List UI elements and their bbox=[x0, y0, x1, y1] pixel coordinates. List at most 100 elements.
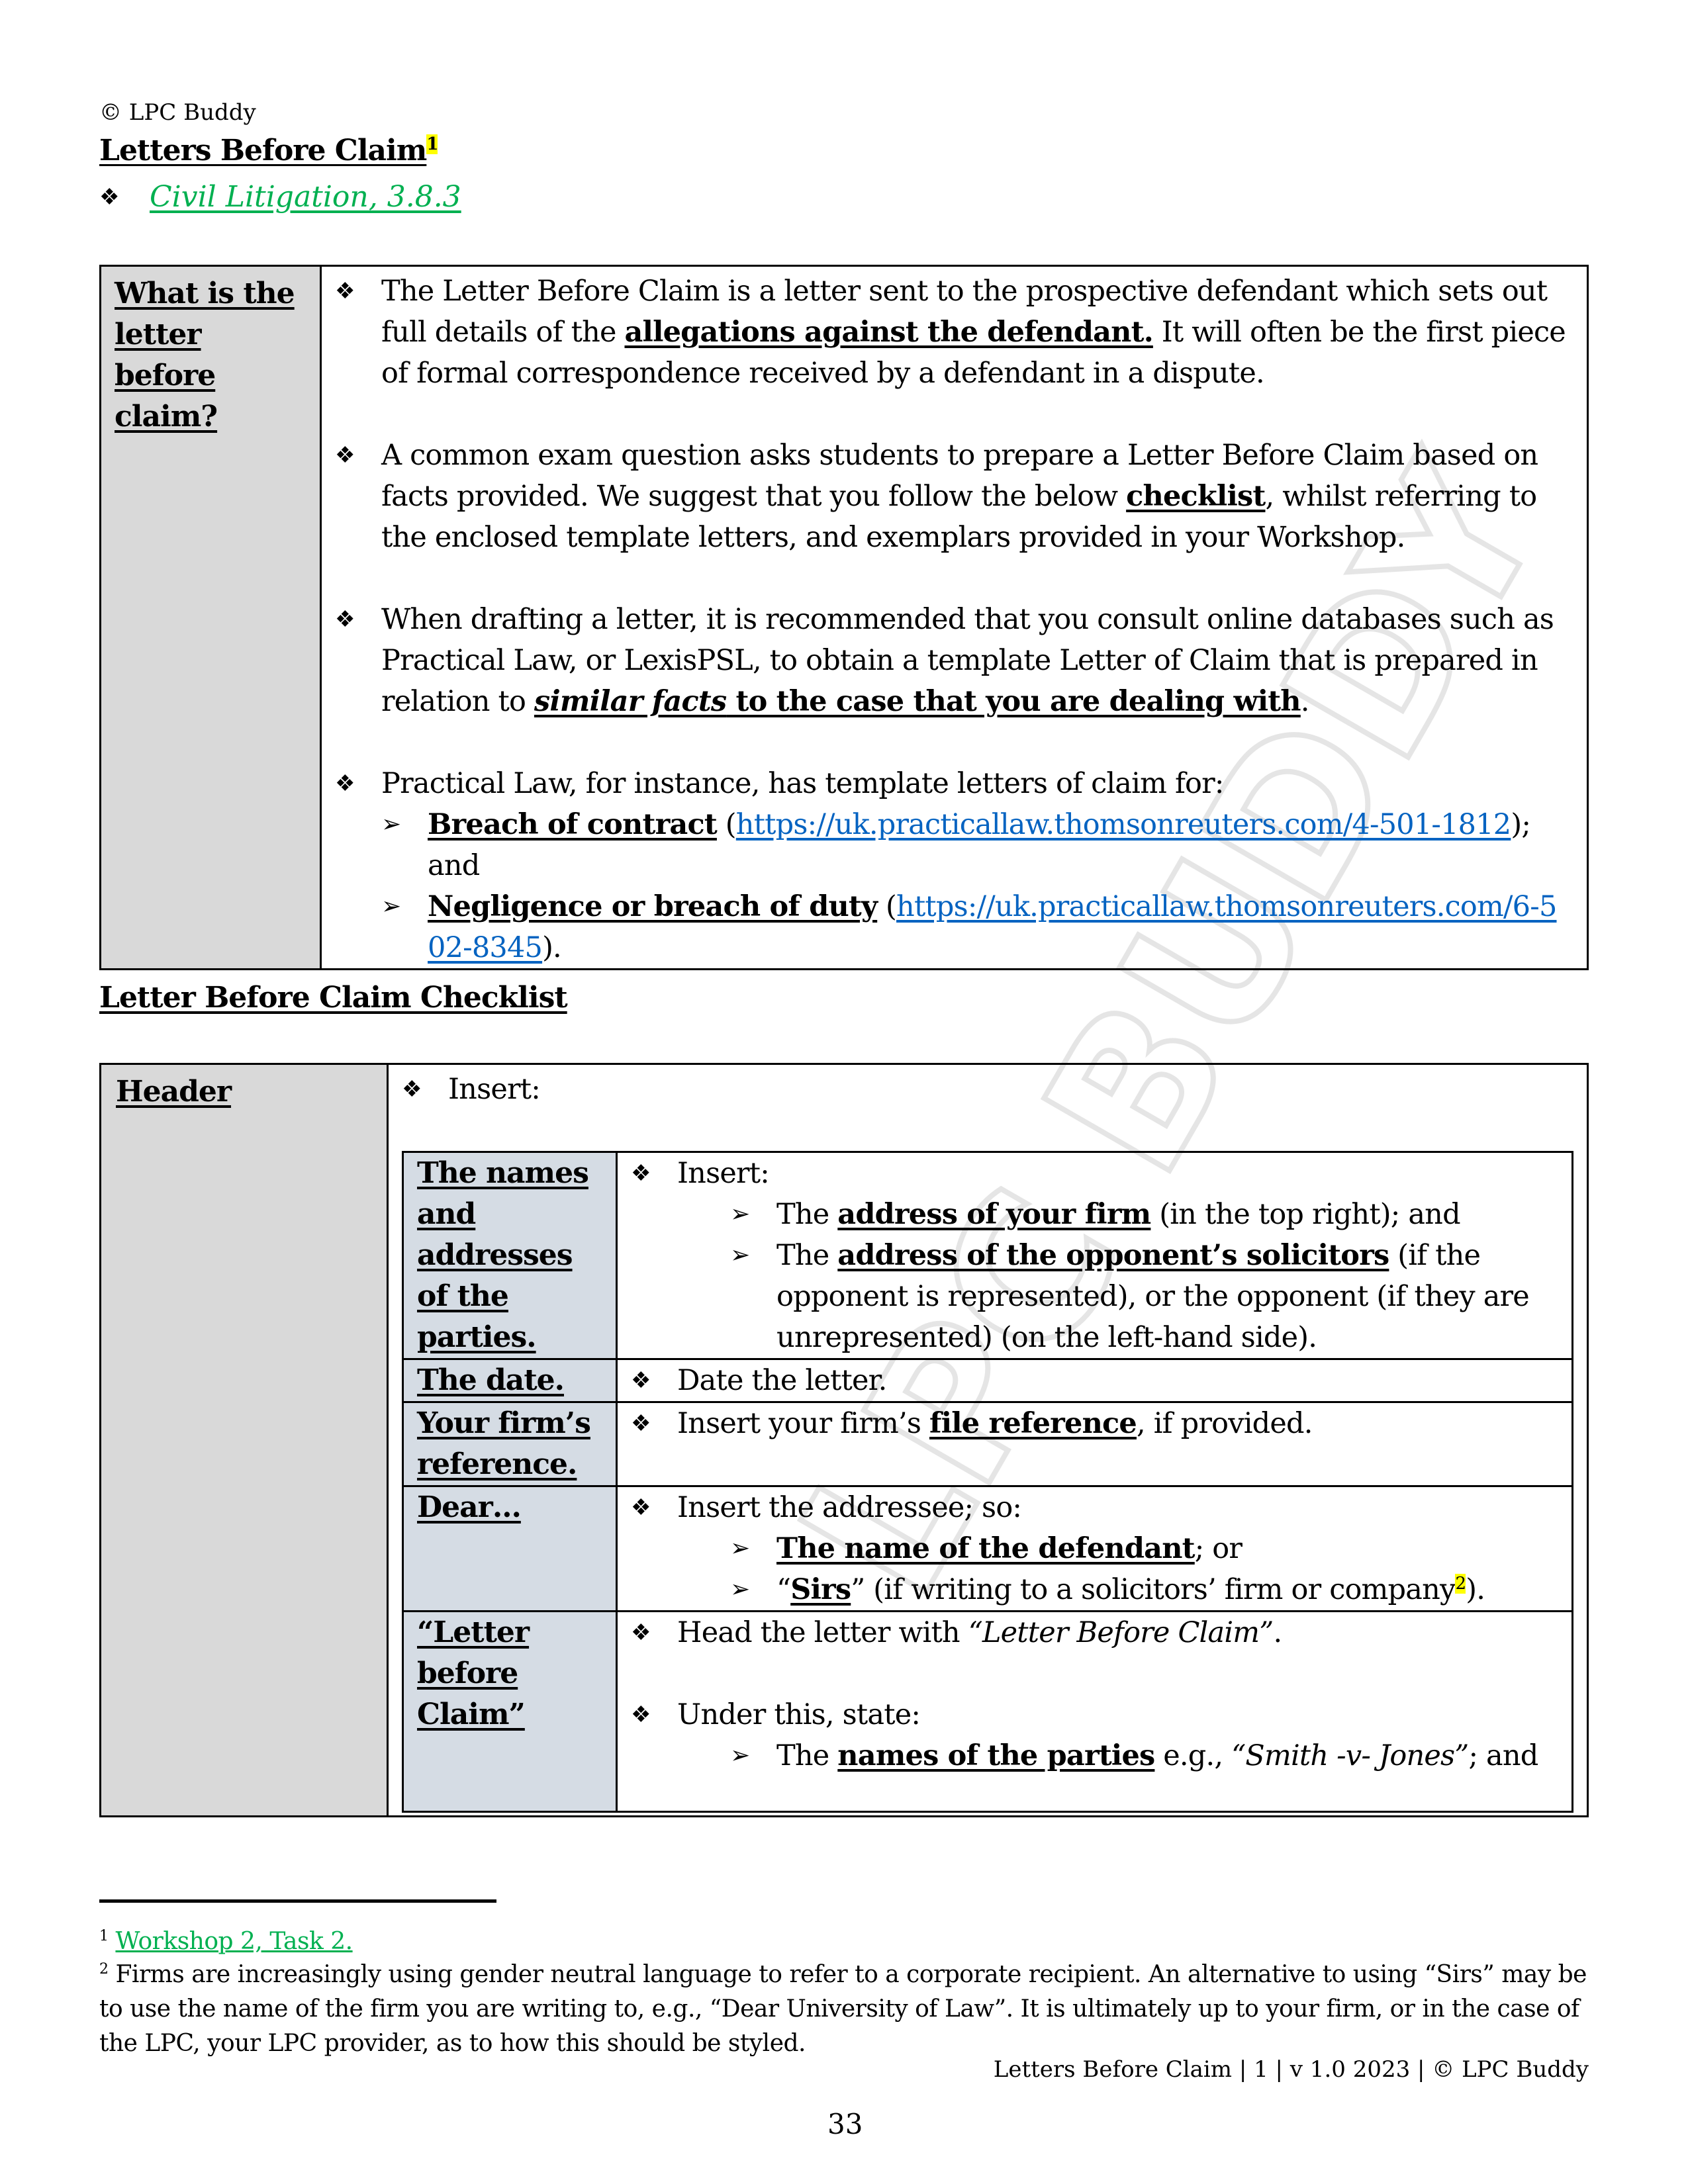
text: ( bbox=[716, 808, 737, 841]
text: Insert the addressee; so: bbox=[677, 1491, 1022, 1524]
row-label-cell: Dear… bbox=[402, 1485, 618, 1612]
row-label: “Letter before Claim” bbox=[417, 1615, 530, 1731]
table-row: Your firm’s reference. ❖ Insert your fir… bbox=[402, 1401, 1573, 1487]
text: The bbox=[776, 1239, 838, 1272]
running-footer: Letters Before Claim | 1 | v 1.0 2023 | … bbox=[993, 2056, 1589, 2083]
emphasis: similar facts bbox=[534, 685, 727, 718]
footnote-ref-1[interactable]: 1 bbox=[426, 134, 438, 155]
intro-bullet: ❖ The Letter Before Claim is a letter se… bbox=[335, 271, 1573, 394]
diamond-bullet-icon: ❖ bbox=[335, 606, 355, 633]
row-body-cell: ❖ Insert your firm’s file reference, if … bbox=[616, 1401, 1573, 1487]
text: e.g., bbox=[1154, 1739, 1232, 1772]
text: ” (if writing to a solicitors’ firm or c… bbox=[851, 1573, 1456, 1606]
section-intro-text: Insert: bbox=[448, 1073, 541, 1106]
arrow-bullet-icon: ➢ bbox=[730, 1576, 750, 1603]
diamond-bullet-icon: ❖ bbox=[631, 1160, 651, 1187]
footnote-number: 2 bbox=[99, 1961, 109, 1978]
row-body-cell: ❖ Insert the addressee; so: ➢ The name o… bbox=[616, 1485, 1573, 1612]
row-label-cell: The names and addresses of the parties. bbox=[402, 1151, 618, 1360]
diamond-bullet-icon: ❖ bbox=[631, 1702, 651, 1728]
list-item: ➢ The address of the opponent’s solicito… bbox=[631, 1235, 1558, 1358]
practical-law-link[interactable]: https://uk.practicallaw.thomsonreuters.c… bbox=[736, 808, 1511, 841]
text: Insert your firm’s bbox=[677, 1407, 929, 1440]
arrow-bullet-icon: ➢ bbox=[381, 811, 401, 838]
page-number: 33 bbox=[827, 2108, 863, 2140]
text: Head the letter with bbox=[677, 1616, 968, 1649]
list-item: ➢ The name of the defendant; or bbox=[631, 1528, 1558, 1569]
page-title-text: Letters Before Claim bbox=[99, 134, 427, 167]
checklist-section-label-cell: Header bbox=[99, 1063, 389, 1817]
footnote-1-link[interactable]: Workshop 2, Task 2. bbox=[115, 1928, 353, 1955]
table-row: The names and addresses of the parties. … bbox=[402, 1151, 1573, 1360]
text: The bbox=[776, 1198, 838, 1231]
row-label: Your firm’s reference. bbox=[417, 1406, 591, 1481]
template-item: ➢ Negligence or breach of duty (https://… bbox=[381, 886, 1573, 968]
checklist-section-body: ❖ Insert: The names and addresses of the… bbox=[387, 1063, 1589, 1817]
row-label-cell: The date. bbox=[402, 1358, 618, 1403]
text: Date the letter. bbox=[677, 1364, 887, 1397]
table-row: “Letter before Claim” ❖ Head the letter … bbox=[402, 1610, 1573, 1813]
footnote-ref-2[interactable]: 2 bbox=[1455, 1573, 1466, 1594]
intro-table: What is the letter before claim? ❖ The L… bbox=[99, 265, 1589, 970]
emphasis: The name of the defendant bbox=[776, 1532, 1196, 1565]
template-label: Negligence or breach of duty bbox=[428, 890, 878, 923]
section-label: Header bbox=[116, 1075, 232, 1109]
row-label: Dear… bbox=[417, 1490, 522, 1524]
emphasis: checklist bbox=[1126, 480, 1266, 513]
intro-label: What is the letter before claim? bbox=[115, 277, 295, 433]
footnote-2: 2 Firms are increasingly using gender ne… bbox=[99, 1952, 1589, 2061]
emphasis: Sirs bbox=[790, 1573, 851, 1606]
template-item: ➢ Breach of contract (https://uk.practic… bbox=[381, 804, 1573, 886]
diamond-bullet-icon: ❖ bbox=[335, 770, 355, 797]
row-label: The date. bbox=[417, 1363, 565, 1397]
text: “ bbox=[776, 1573, 791, 1606]
list-item: ➢ “Sirs” (if writing to a solicitors’ fi… bbox=[631, 1569, 1558, 1610]
emphasis: names of the parties bbox=[837, 1739, 1155, 1772]
row-body-cell: ❖ Head the letter with “Letter Before Cl… bbox=[616, 1610, 1573, 1813]
footnote-text: Firms are increasingly using gender neut… bbox=[99, 1961, 1587, 2057]
diamond-bullet-icon: ❖ bbox=[99, 184, 120, 210]
section-intro: ❖ Insert: bbox=[402, 1069, 1573, 1110]
row-label: The names and addresses of the parties. bbox=[417, 1156, 589, 1354]
diamond-bullet-icon: ❖ bbox=[335, 442, 355, 469]
template-label: Breach of contract bbox=[428, 808, 718, 841]
diamond-bullet-icon: ❖ bbox=[402, 1076, 422, 1103]
row-label-cell: “Letter before Claim” bbox=[402, 1610, 618, 1813]
text: ( bbox=[877, 890, 897, 923]
italic-text: “Smith -v- Jones” bbox=[1231, 1739, 1469, 1772]
row-body-cell: ❖ Date the letter. bbox=[616, 1358, 1573, 1403]
diamond-bullet-icon: ❖ bbox=[631, 1410, 651, 1437]
italic-text: “Letter Before Claim” bbox=[968, 1616, 1274, 1649]
arrow-bullet-icon: ➢ bbox=[730, 1201, 750, 1228]
emphasis: address of the opponent’s solicitors bbox=[837, 1239, 1389, 1272]
row-body-cell: ❖ Insert: ➢ The address of your firm (in… bbox=[616, 1151, 1573, 1360]
text: (in the top right); and bbox=[1150, 1198, 1460, 1231]
arrow-bullet-icon: ➢ bbox=[730, 1242, 750, 1269]
diamond-bullet-icon: ❖ bbox=[631, 1367, 651, 1394]
text: Insert: bbox=[677, 1157, 770, 1190]
table-row: Dear… ❖ Insert the addressee; so: ➢ The … bbox=[402, 1485, 1573, 1612]
text: ). bbox=[542, 931, 562, 964]
checklist-heading: Letter Before Claim Checklist bbox=[99, 981, 568, 1015]
text: The bbox=[776, 1739, 838, 1772]
arrow-bullet-icon: ➢ bbox=[381, 893, 401, 920]
diamond-bullet-icon: ❖ bbox=[335, 278, 355, 304]
text: , if provided. bbox=[1136, 1407, 1313, 1440]
checklist-table: Header ❖ Insert: The names and addresses… bbox=[99, 1063, 1589, 1817]
text: ; and bbox=[1468, 1739, 1538, 1772]
intro-bullet: ❖ When drafting a letter, it is recommen… bbox=[335, 599, 1573, 722]
row-label-cell: Your firm’s reference. bbox=[402, 1401, 618, 1487]
reference-line: ❖ Civil Litigation, 3.8.3 bbox=[99, 179, 461, 216]
text: ; or bbox=[1194, 1532, 1243, 1565]
emphasis: to the case that you are dealing with bbox=[726, 685, 1301, 718]
intro-body-cell: ❖ The Letter Before Claim is a letter se… bbox=[320, 265, 1589, 970]
diamond-bullet-icon: ❖ bbox=[631, 1494, 651, 1521]
civil-litigation-link[interactable]: Civil Litigation, 3.8.3 bbox=[150, 179, 461, 216]
emphasis: file reference bbox=[929, 1407, 1137, 1440]
emphasis: allegations against the defendant. bbox=[624, 316, 1153, 349]
intro-bullet: ❖ A common exam question asks students t… bbox=[335, 435, 1573, 558]
table-row: The date. ❖ Date the letter. bbox=[402, 1358, 1573, 1403]
list-item: ➢ The address of your firm (in the top r… bbox=[631, 1194, 1558, 1235]
footnote-separator bbox=[99, 1899, 496, 1903]
intro-label-cell: What is the letter before claim? bbox=[99, 265, 322, 970]
